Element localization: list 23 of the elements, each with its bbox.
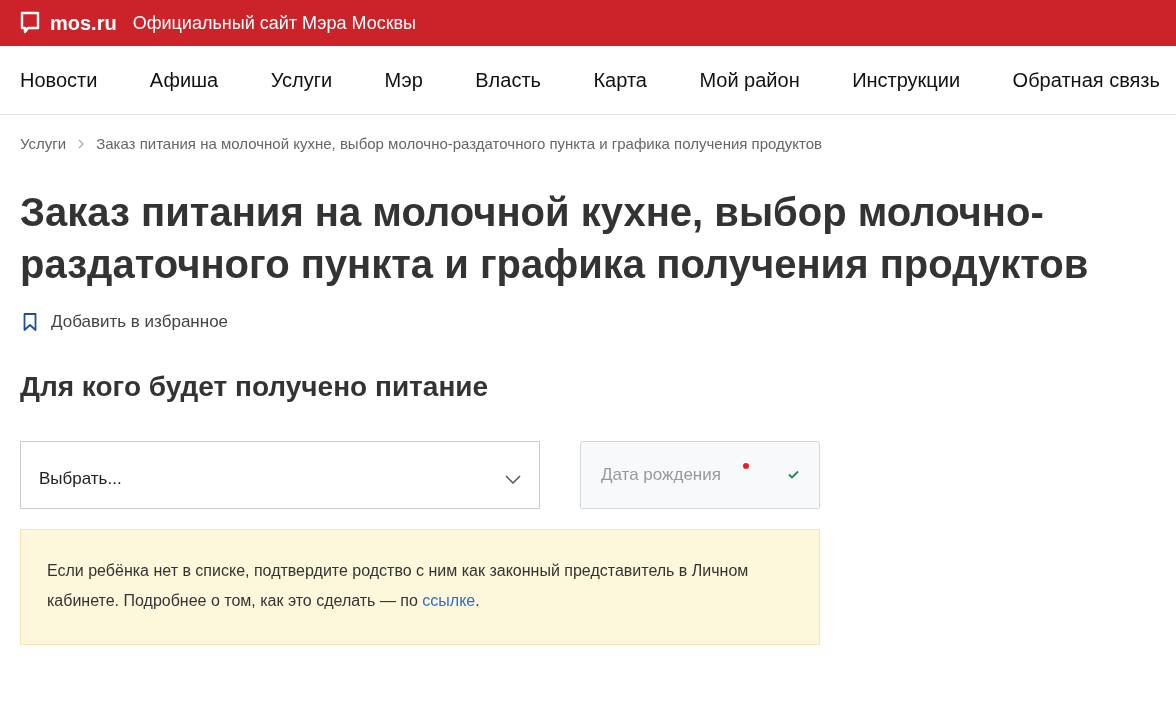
nav-link[interactable]: Афиша [149,68,219,92]
breadcrumb-link[interactable]: Услуги [20,135,67,152]
add-favorite-link[interactable]: Добавить в избранное [23,312,229,332]
select-dropdown[interactable]: Выбрать... [20,441,540,509]
section-title: Для кого будет получено питание [19,371,490,403]
page-title: Заказ питания на молочной кухне, выбор молочно-раздаточного пункта и графика получения продуктов [19,189,1090,288]
nav-link[interactable]: Инструкции [852,68,961,92]
bookmark-icon [23,313,37,331]
chevron-right-icon [78,138,85,149]
link[interactable]: ссылке [422,592,476,609]
notice-text: Если ребёнка нет в списке, подтвердите родство с ним как законный представитель в Личном кабинете. Подробнее о том, как это сделать — по ссылке. [47,561,750,611]
nav-link[interactable]: Мэр [384,68,423,92]
chevron-down-icon [505,474,521,484]
speech-bubble-icon [20,11,40,35]
nav-link[interactable]: Власть [475,68,541,92]
nav-link[interactable]: Услуги [270,68,333,92]
site-logo[interactable]: mos.ru [50,11,117,35]
nav-link[interactable]: Мой район [699,68,800,92]
breadcrumb-link[interactable]: Заказ питания на молочной кухне, выбор молочно-раздаточного пункта и графика получения продуктов [96,135,823,152]
nav-link[interactable]: Новости [20,68,98,92]
site-tagline: Официальный сайт Мэра Москвы [132,12,417,34]
nav-link[interactable]: Карта [593,68,647,92]
nav-link[interactable]: Обратная связь [1012,68,1160,92]
